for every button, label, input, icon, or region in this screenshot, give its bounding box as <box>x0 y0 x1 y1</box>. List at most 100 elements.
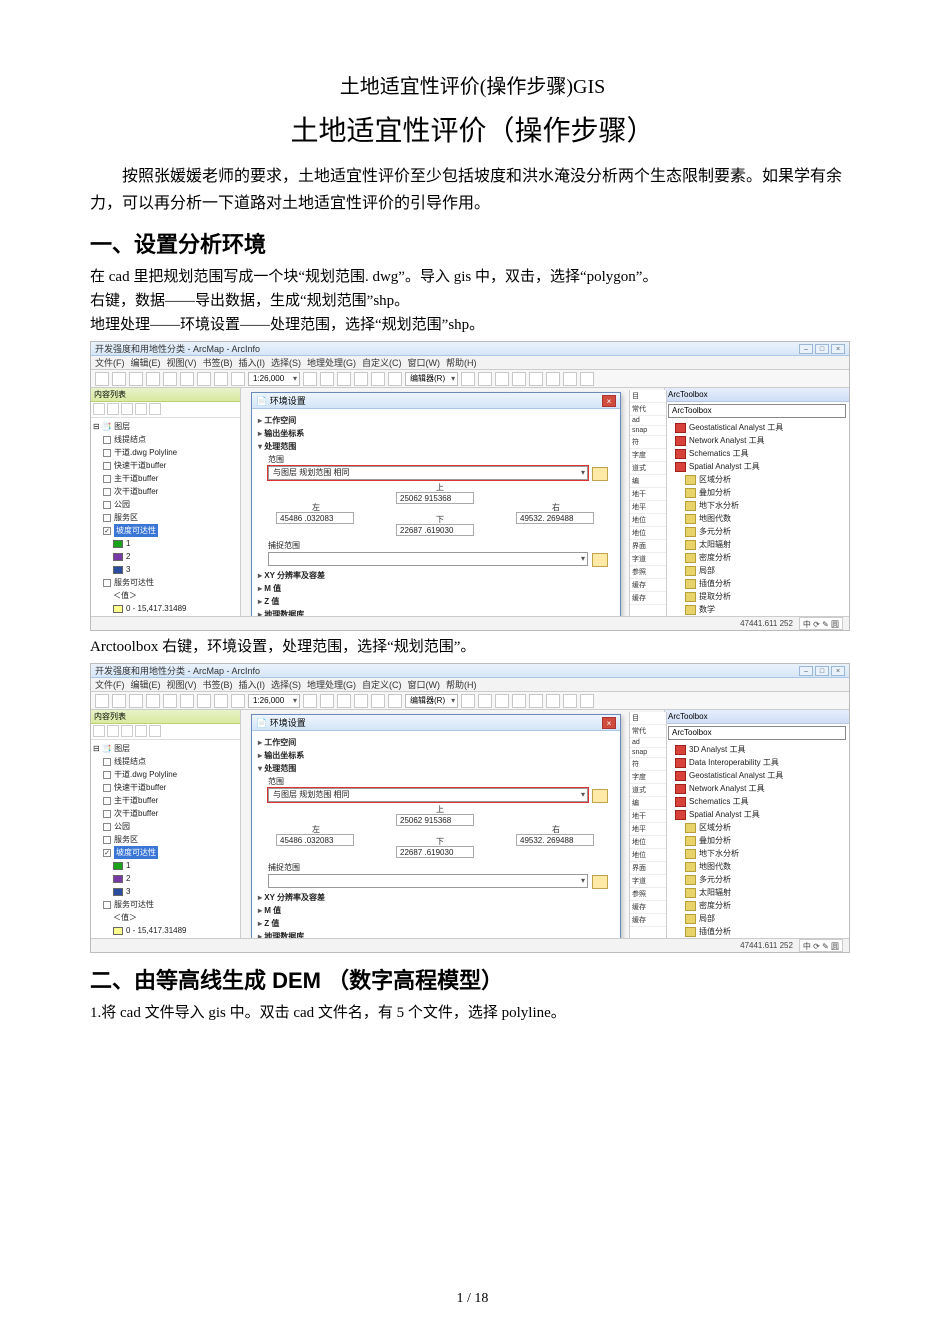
scale-combo[interactable]: 1:26,000 <box>248 372 300 386</box>
toc-item[interactable]: 干道.dwg Polyline <box>93 446 238 459</box>
strip-item[interactable]: 地位 <box>630 514 666 527</box>
tool-icon[interactable] <box>512 694 526 708</box>
strip-item[interactable]: 界面 <box>630 540 666 553</box>
layer-checkbox[interactable] <box>103 771 111 779</box>
undo-icon[interactable] <box>214 694 228 708</box>
dialog-section[interactable]: M 值 <box>258 905 614 916</box>
new-icon[interactable] <box>95 694 109 708</box>
tool-icon[interactable] <box>529 372 543 386</box>
dialog-section[interactable]: 工作空间 <box>258 737 614 748</box>
toolbox-node[interactable]: Network Analyst 工具 <box>667 782 847 795</box>
menu-item[interactable]: 地理处理(G) <box>307 356 356 369</box>
extent-bottom-input[interactable]: 22687 .619030 <box>396 846 474 858</box>
menu-item[interactable]: 窗口(W) <box>408 678 441 691</box>
menu-item[interactable]: 文件(F) <box>95 678 125 691</box>
menu-item[interactable]: 地理处理(G) <box>307 678 356 691</box>
menu-item[interactable]: 书签(B) <box>203 678 233 691</box>
toc-item[interactable]: 服务区 <box>93 833 238 846</box>
strip-item[interactable]: 缓存 <box>630 901 666 914</box>
tool-icon[interactable] <box>478 372 492 386</box>
minimize-button[interactable]: – <box>799 344 813 354</box>
layer-checkbox[interactable] <box>103 823 111 831</box>
extent-combo[interactable]: 与图层 规划范围 相同 <box>268 466 588 480</box>
strip-item[interactable]: 缓存 <box>630 592 666 605</box>
strip-item[interactable]: 目 <box>630 390 666 403</box>
strip-item[interactable]: 地位 <box>630 836 666 849</box>
toc-item[interactable]: 0 - 15,417.31489 <box>93 924 238 937</box>
tool-icon[interactable] <box>580 694 594 708</box>
strip-item[interactable]: 地平 <box>630 823 666 836</box>
dialog-section[interactable]: 输出坐标系 <box>258 750 614 761</box>
find-icon[interactable] <box>388 372 402 386</box>
paste-icon[interactable] <box>197 372 211 386</box>
copy-icon[interactable] <box>180 694 194 708</box>
toolset-node[interactable]: 地图代数 <box>667 512 847 525</box>
toc-item[interactable]: 服务可达性 <box>93 576 238 589</box>
toc-item[interactable]: 服务可达性 <box>93 898 238 911</box>
toc-item[interactable]: 公园 <box>93 498 238 511</box>
toc-tool-icon[interactable] <box>107 725 119 737</box>
layer-checkbox[interactable] <box>103 758 111 766</box>
toolset-node[interactable]: 区域分析 <box>667 473 847 486</box>
layer-checkbox[interactable] <box>103 901 111 909</box>
strip-item[interactable]: 地干 <box>630 810 666 823</box>
browse-folder-button[interactable] <box>592 789 608 803</box>
print-icon[interactable] <box>146 372 160 386</box>
toolset-node[interactable]: 多元分析 <box>667 525 847 538</box>
toolbox-node[interactable]: Geostatistical Analyst 工具 <box>667 421 847 434</box>
open-icon[interactable] <box>112 372 126 386</box>
menu-item[interactable]: 自定义(C) <box>362 678 402 691</box>
toolset-node[interactable]: 提取分析 <box>667 590 847 603</box>
layer-checkbox[interactable] <box>103 436 111 444</box>
tool-icon[interactable] <box>512 372 526 386</box>
copy-icon[interactable] <box>180 372 194 386</box>
zoom-out-icon[interactable] <box>337 694 351 708</box>
strip-item[interactable]: 字度 <box>630 771 666 784</box>
strip-item[interactable]: 道式 <box>630 784 666 797</box>
toolset-node[interactable]: 局部 <box>667 912 847 925</box>
toolbox-node[interactable]: 3D Analyst 工具 <box>667 743 847 756</box>
toolset-node[interactable]: 数学 <box>667 603 847 616</box>
strip-item[interactable]: ad <box>630 738 666 748</box>
toolbox-node[interactable]: Geostatistical Analyst 工具 <box>667 769 847 782</box>
toc-item[interactable]: 线提结点 <box>93 433 238 446</box>
dialog-section[interactable]: Z 值 <box>258 918 614 929</box>
menu-item[interactable]: 帮助(H) <box>446 356 477 369</box>
toc-item[interactable]: 主干道buffer <box>93 472 238 485</box>
find-icon[interactable] <box>388 694 402 708</box>
toc-item[interactable]: 快速干道buffer <box>93 781 238 794</box>
processing-extent-section[interactable]: 处理范围 <box>258 763 614 774</box>
strip-item[interactable]: snap <box>630 426 666 436</box>
hand-icon[interactable] <box>303 694 317 708</box>
strip-item[interactable]: 字道 <box>630 875 666 888</box>
layer-checkbox[interactable] <box>103 797 111 805</box>
toc-item[interactable]: 2 <box>93 550 238 563</box>
toc-item[interactable]: 坡度可达性 <box>93 524 238 537</box>
redo-icon[interactable] <box>231 372 245 386</box>
toolset-node[interactable]: 密度分析 <box>667 899 847 912</box>
redo-icon[interactable] <box>231 694 245 708</box>
extent-bottom-input[interactable]: 22687 .619030 <box>396 524 474 536</box>
layer-checkbox[interactable] <box>103 514 111 522</box>
toolbox-node[interactable]: Spatial Analyst 工具 <box>667 460 847 473</box>
dialog-section[interactable]: M 值 <box>258 583 614 594</box>
toolset-node[interactable]: 地下水分析 <box>667 847 847 860</box>
save-icon[interactable] <box>129 694 143 708</box>
toc-item[interactable]: 次干道buffer <box>93 807 238 820</box>
undo-icon[interactable] <box>214 372 228 386</box>
dialog-section[interactable]: Z 值 <box>258 596 614 607</box>
maximize-button[interactable]: □ <box>815 666 829 676</box>
print-icon[interactable] <box>146 694 160 708</box>
dialog-close-button[interactable]: × <box>602 395 616 407</box>
toolset-node[interactable]: 密度分析 <box>667 551 847 564</box>
layer-checkbox[interactable] <box>103 449 111 457</box>
tool-icon[interactable] <box>563 694 577 708</box>
toolbox-node[interactable]: Network Analyst 工具 <box>667 434 847 447</box>
new-icon[interactable] <box>95 372 109 386</box>
tool-icon[interactable] <box>478 694 492 708</box>
toc-tool-icon[interactable] <box>135 725 147 737</box>
toc-tool-icon[interactable] <box>107 403 119 415</box>
arctoolbox-root[interactable]: ArcToolbox <box>668 726 846 740</box>
layer-checkbox[interactable] <box>103 475 111 483</box>
zoom-in-icon[interactable] <box>320 372 334 386</box>
